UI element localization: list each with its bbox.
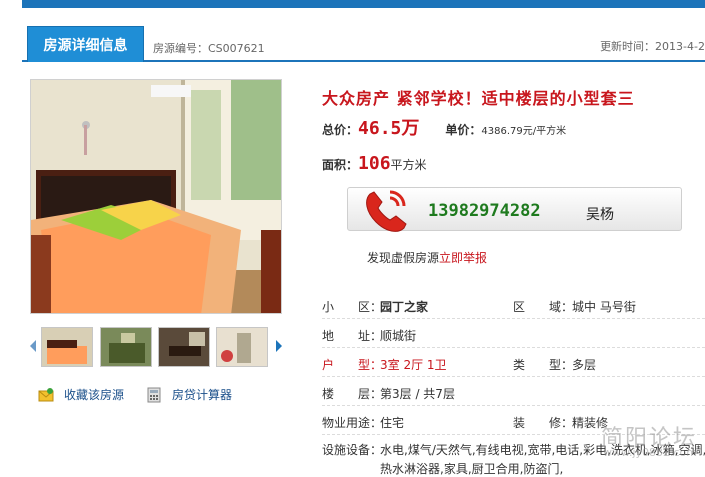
unit-price-value: 4386.79元/平方米	[481, 126, 567, 137]
area-label: 面积：	[322, 158, 359, 172]
listing-code: 房源编号：CS007621	[153, 42, 265, 55]
tab-listing-details[interactable]: 房源详细信息	[27, 26, 144, 62]
listing-title: 大众房产 紧邻学校！适中楼层的小型套三	[322, 89, 635, 108]
detail-row: 地 址： 顺城街	[322, 319, 705, 348]
district-label: 区 域：	[513, 300, 574, 314]
address-value: 顺城街	[380, 329, 417, 343]
thumbs-next-icon[interactable]	[276, 340, 282, 352]
favorite-button[interactable]: 收藏该房源	[38, 386, 124, 403]
phone-number[interactable]: 13982974282	[428, 201, 541, 221]
unit-price-label: 单价：	[445, 123, 482, 137]
watermark-url: www.jy0832.com	[602, 446, 697, 459]
price-row: 总价： 46.5万 单价： 4386.79元/平方米	[322, 114, 566, 140]
report-link[interactable]: 立即举报	[439, 251, 487, 265]
thumbnail[interactable]	[158, 327, 210, 367]
district-link[interactable]: 城中 马号街	[572, 298, 636, 315]
favorite-label: 收藏该房源	[64, 388, 125, 402]
decoration-label: 装 修：	[513, 416, 574, 430]
facility-label: 设施设备：	[322, 443, 383, 457]
phone-icon	[366, 190, 407, 232]
update-time: 更新时间：2013-4-2	[600, 40, 705, 53]
listing-actions: 收藏该房源 房贷计算器	[38, 386, 288, 406]
layout-label: 户 型：	[322, 358, 383, 372]
thumbnail[interactable]	[100, 327, 152, 367]
floor-value: 第3层 / 共7层	[380, 387, 455, 401]
section-header: 房源详细信息 房源编号：CS007621 更新时间：2013-4-2	[22, 26, 705, 62]
type-label: 类 型：	[513, 358, 574, 372]
area-row: 面积： 106 平方米	[322, 153, 427, 174]
thumbs-prev-icon[interactable]	[30, 340, 36, 352]
main-photo[interactable]	[30, 79, 282, 314]
community-label: 小 区：	[322, 300, 383, 314]
type-value: 多层	[572, 358, 597, 372]
usage-value: 住宅	[380, 416, 405, 430]
top-bar	[22, 0, 705, 8]
floor-label: 楼 层：	[322, 387, 383, 401]
favorite-icon	[38, 387, 54, 401]
usage-label: 物业用途：	[322, 416, 383, 430]
area-value: 106	[358, 153, 391, 174]
thumbnail[interactable]	[41, 327, 93, 367]
area-unit: 平方米	[390, 158, 427, 172]
report-line: 发现虚假房源立即举报	[367, 249, 487, 266]
address-label: 地 址：	[322, 329, 383, 343]
calculator-label: 房贷计算器	[172, 388, 233, 402]
calculator-button[interactable]: 房贷计算器	[146, 386, 232, 403]
thumbnail-strip	[30, 327, 282, 367]
agent-name: 吴杨	[586, 207, 614, 223]
detail-row: 小 区： 园丁之家 区 域： 城中 马号街	[322, 290, 705, 319]
report-text: 发现虚假房源	[367, 251, 440, 265]
contact-box: 13982974282 吴杨	[347, 187, 682, 232]
detail-row: 楼 层： 第3层 / 共7层	[322, 377, 705, 406]
layout-value: 3室 2厅 1卫	[380, 358, 447, 372]
total-price-value: 46.5万	[358, 118, 420, 139]
thumbnail[interactable]	[216, 327, 268, 367]
calculator-icon	[147, 387, 161, 402]
community-link[interactable]: 园丁之家	[380, 298, 428, 315]
detail-row: 户 型： 3室 2厅 1卫 类 型： 多层	[322, 348, 705, 377]
total-price-label: 总价：	[322, 123, 359, 137]
